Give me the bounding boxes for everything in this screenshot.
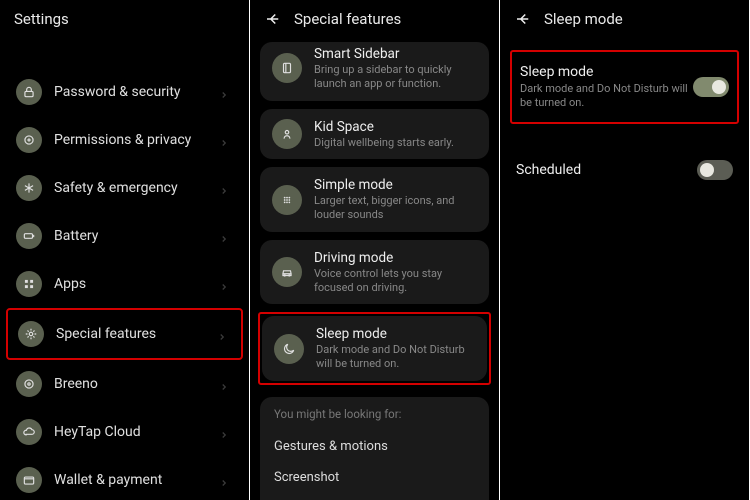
suggestion-screenshot[interactable]: Screenshot: [274, 462, 475, 493]
chevron-right-icon: [219, 377, 233, 391]
settings-item-label: Battery: [54, 228, 219, 244]
scheduled-toggle-row[interactable]: Scheduled: [510, 150, 739, 190]
feature-card-smart-sidebar[interactable]: Smart Sidebar Bring up a sidebar to quic…: [260, 42, 489, 101]
card-title: Sleep mode: [316, 326, 475, 342]
feature-card-simple-mode[interactable]: Simple mode Larger text, bigger icons, a…: [260, 167, 489, 232]
settings-item-safety[interactable]: Safety & emergency: [6, 164, 243, 212]
cloud-icon: [16, 419, 42, 445]
settings-item-label: HeyTap Cloud: [54, 424, 219, 440]
settings-item-password[interactable]: Password & security: [6, 68, 243, 116]
back-arrow-icon[interactable]: [514, 10, 532, 28]
chevron-right-icon: [219, 473, 233, 487]
sleep-mode-switch[interactable]: [693, 77, 729, 97]
grid-icon: [272, 185, 302, 215]
feature-card-driving-mode[interactable]: Driving mode Voice control lets you stay…: [260, 240, 489, 305]
highlight: Sleep mode Dark mode and Do Not Disturb …: [258, 312, 491, 385]
card-sub: Larger text, bigger icons, and louder so…: [314, 194, 477, 222]
suggestions-header: You might be looking for:: [274, 407, 475, 421]
battery-icon: [16, 223, 42, 249]
settings-item-label: Breeno: [54, 376, 219, 392]
card-text: Smart Sidebar Bring up a sidebar to quic…: [314, 46, 477, 91]
card-title: Simple mode: [314, 177, 477, 193]
settings-item-apps[interactable]: Apps: [6, 260, 243, 308]
gear-icon: [18, 321, 44, 347]
card-sub: Dark mode and Do Not Disturb will be tur…: [316, 343, 475, 371]
feature-card-kid-space[interactable]: Kid Space Digital wellbeing starts early…: [260, 109, 489, 160]
sidebar-icon: [272, 53, 302, 83]
settings-item-label: Safety & emergency: [54, 180, 219, 196]
feature-card-sleep-mode[interactable]: Sleep mode Dark mode and Do Not Disturb …: [262, 316, 487, 381]
card-text: Kid Space Digital wellbeing starts early…: [314, 119, 477, 150]
card-sub: Bring up a sidebar to quickly launch an …: [314, 63, 477, 91]
suggestions: You might be looking for: Gestures & mot…: [260, 397, 489, 500]
moon-icon: [274, 334, 304, 364]
scheduled-switch[interactable]: [697, 160, 733, 180]
sleep-mode-panel: Sleep mode Sleep mode Dark mode and Do N…: [500, 0, 750, 500]
settings-item-label: Permissions & privacy: [54, 132, 219, 148]
chevron-right-icon: [219, 85, 233, 99]
chevron-right-icon: [219, 133, 233, 147]
card-text: Simple mode Larger text, bigger icons, a…: [314, 177, 477, 222]
header: Sleep mode: [500, 0, 749, 38]
toggle-title: Sleep mode: [520, 64, 693, 80]
settings-list: Password & security Permissions & privac…: [0, 38, 249, 500]
chevron-right-icon: [219, 277, 233, 291]
features-list: Smart Sidebar Bring up a sidebar to quic…: [250, 38, 499, 500]
breeno-icon: [16, 371, 42, 397]
settings-item-label: Special features: [56, 326, 217, 342]
card-title: Kid Space: [314, 119, 477, 135]
card-sub: Voice control lets you stay focused on d…: [314, 267, 477, 295]
card-title: Driving mode: [314, 250, 477, 266]
page-title: Sleep mode: [544, 10, 623, 28]
settings-panel: Settings Password & security Permissions…: [0, 0, 250, 500]
settings-item-label: Apps: [54, 276, 219, 292]
card-text: Driving mode Voice control lets you stay…: [314, 250, 477, 295]
toggle-text: Scheduled: [516, 162, 697, 178]
toggle-title: Scheduled: [516, 162, 697, 178]
card-sub: Digital wellbeing starts early.: [314, 136, 477, 150]
toggle-text: Sleep mode Dark mode and Do Not Disturb …: [520, 64, 693, 110]
card-title: Smart Sidebar: [314, 46, 477, 62]
suggestion-screen-recording[interactable]: Screen recording: [274, 493, 475, 500]
asterisk-icon: [16, 175, 42, 201]
settings-item-battery[interactable]: Battery: [6, 212, 243, 260]
privacy-icon: [16, 127, 42, 153]
special-features-panel: Special features Smart Sidebar Bring up …: [250, 0, 500, 500]
chevron-right-icon: [219, 425, 233, 439]
settings-item-wallet[interactable]: Wallet & payment: [6, 456, 243, 500]
sleep-settings: Sleep mode Dark mode and Do Not Disturb …: [500, 38, 749, 194]
switch-knob: [712, 80, 726, 94]
car-icon: [272, 257, 302, 287]
lock-icon: [16, 79, 42, 105]
card-text: Sleep mode Dark mode and Do Not Disturb …: [316, 326, 475, 371]
sleep-mode-toggle-row[interactable]: Sleep mode Dark mode and Do Not Disturb …: [514, 54, 735, 120]
chevron-right-icon: [217, 327, 231, 341]
back-arrow-icon[interactable]: [264, 10, 282, 28]
kid-icon: [272, 119, 302, 149]
highlight: Sleep mode Dark mode and Do Not Disturb …: [510, 50, 739, 124]
header: Settings: [0, 0, 249, 38]
settings-item-label: Wallet & payment: [54, 472, 219, 488]
wallet-icon: [16, 467, 42, 493]
switch-knob: [700, 163, 714, 177]
chevron-right-icon: [219, 229, 233, 243]
settings-item-permissions[interactable]: Permissions & privacy: [6, 116, 243, 164]
settings-item-breeno[interactable]: Breeno: [6, 360, 243, 408]
page-title: Special features: [294, 10, 401, 28]
settings-item-label: Password & security: [54, 84, 219, 100]
toggle-sub: Dark mode and Do Not Disturb will be tur…: [520, 82, 693, 110]
settings-item-heytap-cloud[interactable]: HeyTap Cloud: [6, 408, 243, 456]
page-title: Settings: [14, 10, 69, 28]
settings-item-special-features[interactable]: Special features: [6, 308, 243, 360]
chevron-right-icon: [219, 181, 233, 195]
apps-icon: [16, 271, 42, 297]
header: Special features: [250, 0, 499, 38]
suggestion-gestures[interactable]: Gestures & motions: [274, 431, 475, 462]
